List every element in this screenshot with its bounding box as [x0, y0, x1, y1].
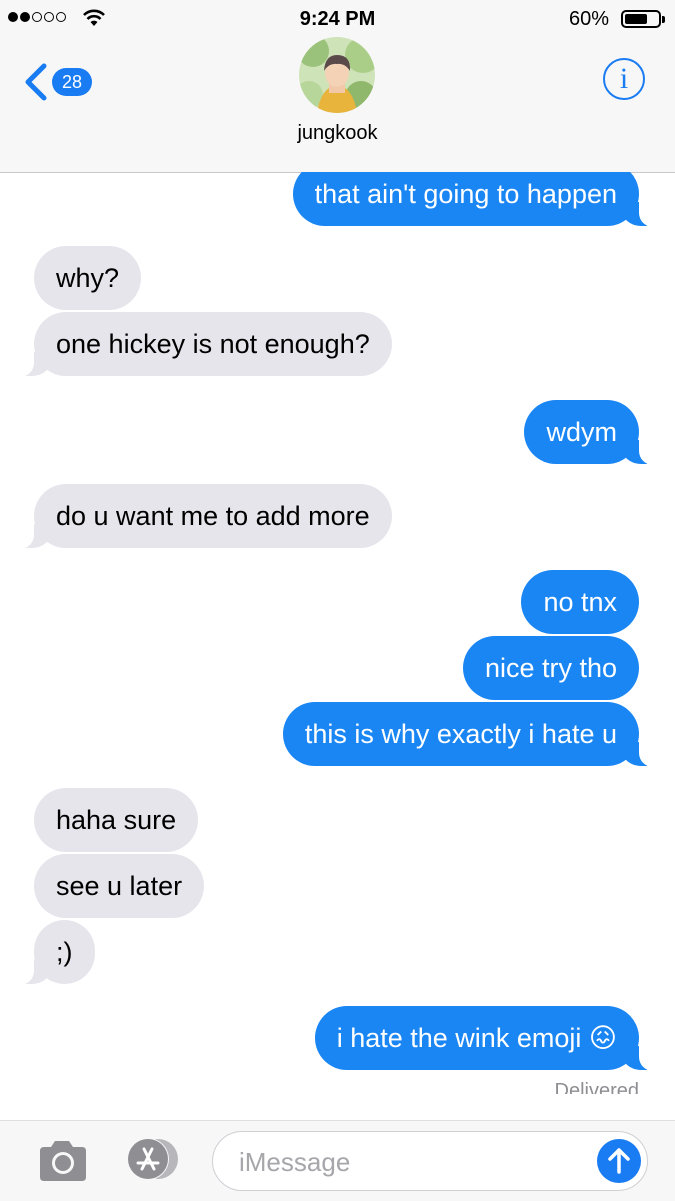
unread-count-badge: 28 — [52, 68, 92, 96]
message-bubble-incoming[interactable]: one hickey is not enough? — [12, 312, 392, 377]
message-bubble-outgoing[interactable]: no tnx — [521, 570, 639, 634]
message-text: no tnx — [543, 587, 617, 617]
send-button[interactable] — [597, 1139, 641, 1183]
message-text: nice try tho — [484, 653, 617, 683]
delivered-status: Delivered — [554, 1080, 639, 1094]
app-store-icon — [127, 1138, 178, 1180]
message-input-field[interactable] — [212, 1131, 648, 1191]
message-text: i hate the wink emoji 😖 — [336, 1023, 617, 1053]
message-text: see u later — [56, 871, 183, 901]
message-bubble-outgoing[interactable]: nice try tho — [462, 636, 639, 700]
info-button[interactable]: i — [603, 58, 645, 100]
message-bubble-outgoing[interactable]: this is why exactly i hate u — [282, 702, 662, 767]
battery-icon — [621, 10, 665, 28]
message-bubble-incoming[interactable]: why? — [34, 246, 142, 310]
message-text: this is why exactly i hate u — [304, 719, 617, 749]
battery-percent: 60% — [568, 8, 609, 30]
message-text: why? — [56, 263, 120, 293]
message-text: that ain't going to happen — [314, 179, 617, 209]
message-text: one hickey is not enough? — [56, 329, 370, 359]
message-bubble-outgoing[interactable]: i hate the wink emoji 😖 — [314, 1006, 662, 1071]
app-store-button[interactable] — [122, 1137, 184, 1181]
compose-bar — [0, 1120, 675, 1201]
message-text: haha sure — [56, 805, 177, 835]
message-text: do u want me to add more — [56, 501, 370, 531]
conversation-header: 28 jungkook i — [0, 37, 675, 173]
contact-name[interactable]: jungkook — [0, 122, 675, 145]
camera-icon[interactable] — [36, 1139, 88, 1183]
message-text: ;) — [56, 937, 73, 967]
message-bubble-outgoing[interactable]: wdym — [524, 400, 661, 465]
contact-avatar[interactable] — [299, 37, 375, 113]
message-text: wdym — [546, 417, 617, 447]
message-input[interactable] — [237, 1144, 581, 1180]
message-bubble-incoming[interactable]: haha sure — [34, 788, 199, 852]
message-thread[interactable]: that ain't going to happen why? one hick… — [0, 172, 675, 1094]
status-bar: 9:24 PM 60% — [0, 0, 675, 40]
message-bubble-outgoing[interactable]: that ain't going to happen — [292, 172, 662, 227]
chevron-left-icon — [25, 63, 47, 101]
send-arrow-icon — [608, 1148, 630, 1174]
back-button[interactable]: 28 — [22, 62, 102, 102]
message-bubble-incoming[interactable]: ;) — [12, 920, 95, 985]
message-bubble-incoming[interactable]: see u later — [34, 854, 205, 918]
message-bubble-incoming[interactable]: do u want me to add more — [12, 484, 392, 549]
